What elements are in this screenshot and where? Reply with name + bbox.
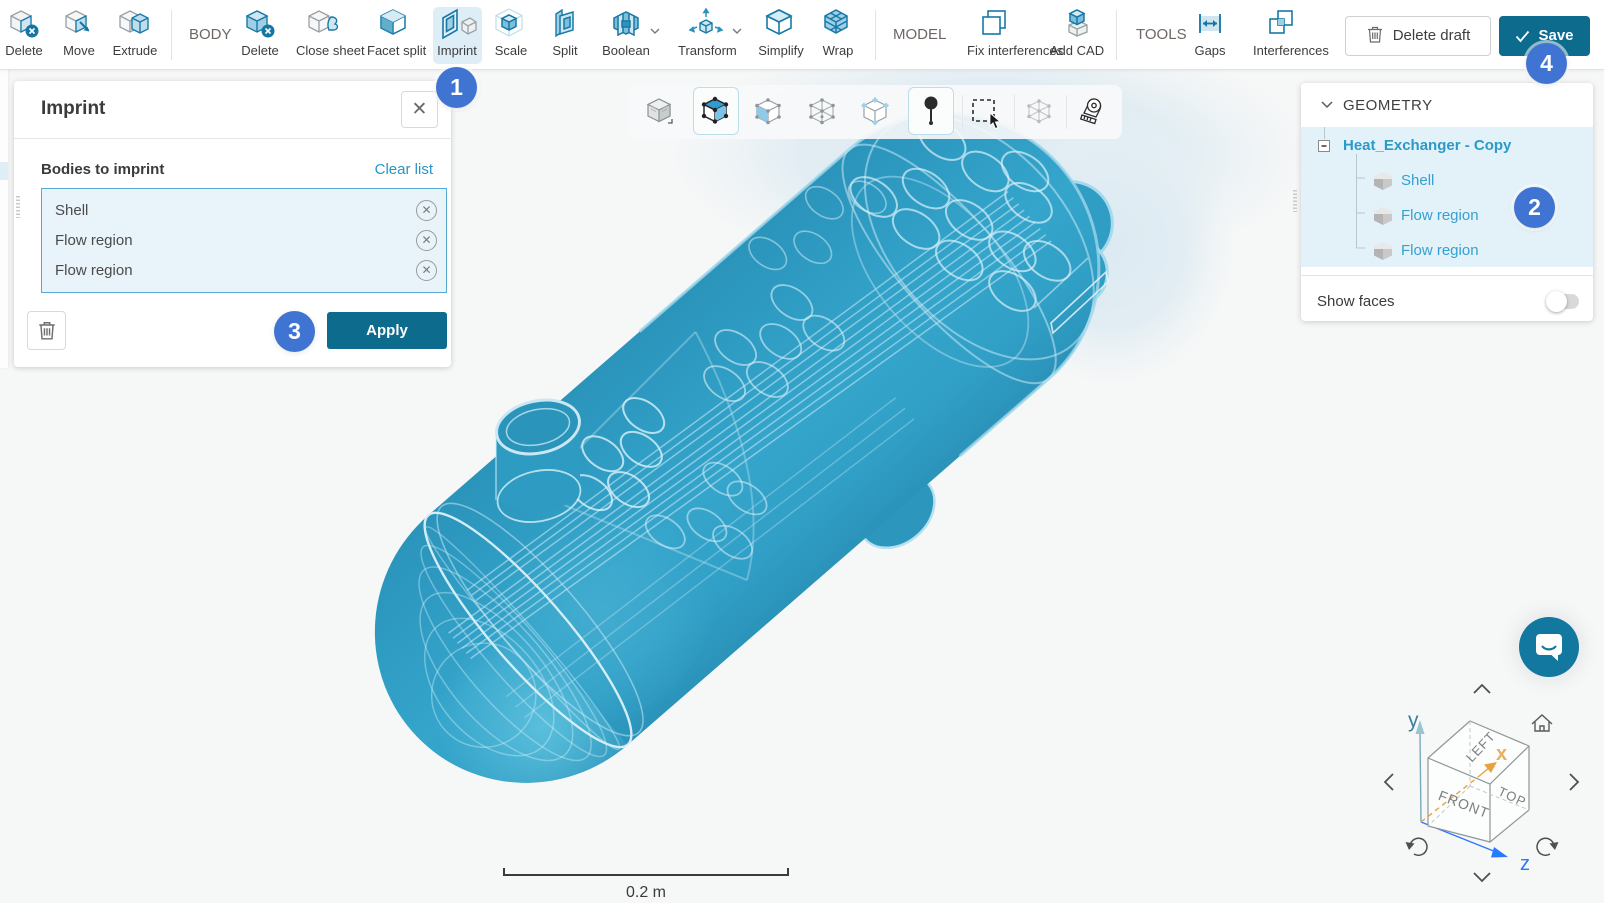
svg-text:0.2 m: 0.2 m	[626, 884, 666, 898]
svg-text:x: x	[1496, 743, 1507, 765]
svg-text:z: z	[1520, 853, 1530, 875]
svg-text:y: y	[1408, 709, 1419, 732]
